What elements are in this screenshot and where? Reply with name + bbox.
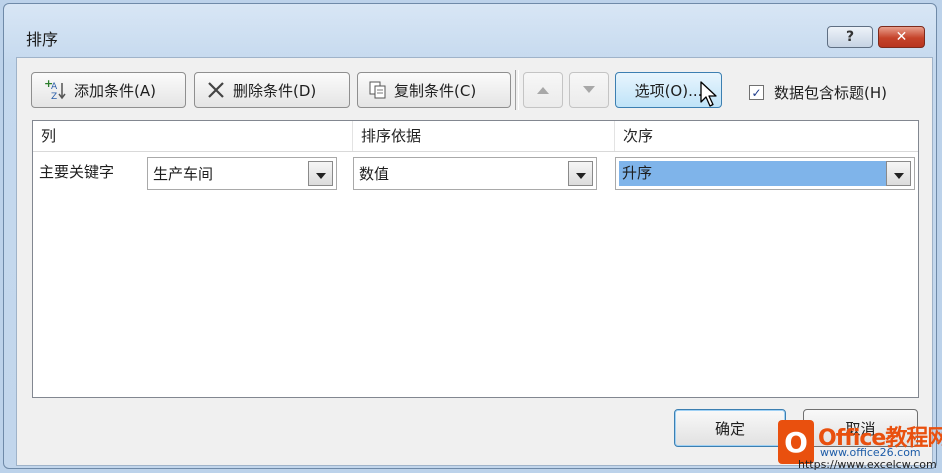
header-checkbox-label: 数据包含标题(H) — [774, 84, 887, 102]
mouse-cursor-icon — [700, 81, 720, 113]
column-header-order: 次序 — [615, 121, 918, 151]
sort-on-select[interactable]: 数值 — [353, 157, 597, 190]
sort-on-dropdown-button[interactable] — [568, 161, 593, 186]
close-button[interactable]: ✕ — [878, 26, 925, 48]
copy-condition-button[interactable]: 复制条件(C) — [357, 72, 511, 108]
sort-levels-grid: 列 排序依据 次序 主要关键字 生产车间 数值 升序 — [32, 120, 919, 398]
order-select-value: 升序 — [619, 161, 886, 186]
delete-condition-label: 删除条件(D) — [233, 81, 317, 100]
watermark-url-2: https://www.excelcw.com — [798, 458, 937, 471]
add-condition-label: 添加条件(A) — [74, 81, 156, 100]
header-divider — [33, 151, 918, 152]
help-button[interactable]: ? — [827, 26, 873, 48]
add-sort-level-icon: + A Z — [42, 77, 68, 103]
copy-condition-label: 复制条件(C) — [394, 81, 477, 100]
column-header-column: 列 — [33, 121, 353, 151]
chevron-down-icon — [893, 165, 904, 183]
options-label: 选项(O)... — [634, 81, 703, 100]
toolbar-separator — [515, 70, 519, 110]
copy-icon — [368, 80, 388, 100]
chevron-down-icon — [575, 165, 586, 183]
triangle-up-icon — [536, 81, 550, 99]
dialog-body: + A Z 添加条件(A) 删除条件(D) 复制条件(C) 选项(O)... ✓… — [16, 57, 933, 466]
sort-on-select-value: 数值 — [359, 165, 390, 183]
column-header-sort-on: 排序依据 — [353, 121, 615, 151]
svg-text:A: A — [51, 82, 58, 92]
order-select[interactable]: 升序 — [615, 157, 915, 190]
column-select-value: 生产车间 — [153, 165, 214, 183]
ok-button[interactable]: 确定 — [674, 409, 786, 447]
add-condition-button[interactable]: + A Z 添加条件(A) — [31, 72, 186, 108]
dialog-title: 排序 — [26, 30, 59, 49]
svg-text:Z: Z — [51, 92, 57, 102]
delete-condition-button[interactable]: 删除条件(D) — [194, 72, 350, 108]
triangle-down-icon — [582, 81, 596, 99]
move-down-button[interactable] — [569, 72, 609, 108]
watermark: O Office教程网 www.office26.com https://www… — [778, 420, 942, 471]
move-up-button[interactable] — [523, 72, 563, 108]
checkmark-icon: ✓ — [751, 85, 762, 100]
header-checkbox[interactable]: ✓ — [749, 85, 764, 100]
header-checkbox-row[interactable]: ✓ 数据包含标题(H) — [749, 82, 887, 103]
column-select[interactable]: 生产车间 — [147, 157, 337, 190]
order-dropdown-button[interactable] — [886, 161, 911, 186]
column-dropdown-button[interactable] — [308, 161, 333, 186]
sort-dialog: 排序 ? ✕ + A Z 添加条件(A) 删除条件(D) 复制条件(C) 选项(… — [3, 3, 937, 469]
row-label-primary-key: 主要关键字 — [39, 163, 115, 181]
chevron-down-icon — [315, 165, 326, 183]
delete-x-icon — [205, 79, 227, 101]
